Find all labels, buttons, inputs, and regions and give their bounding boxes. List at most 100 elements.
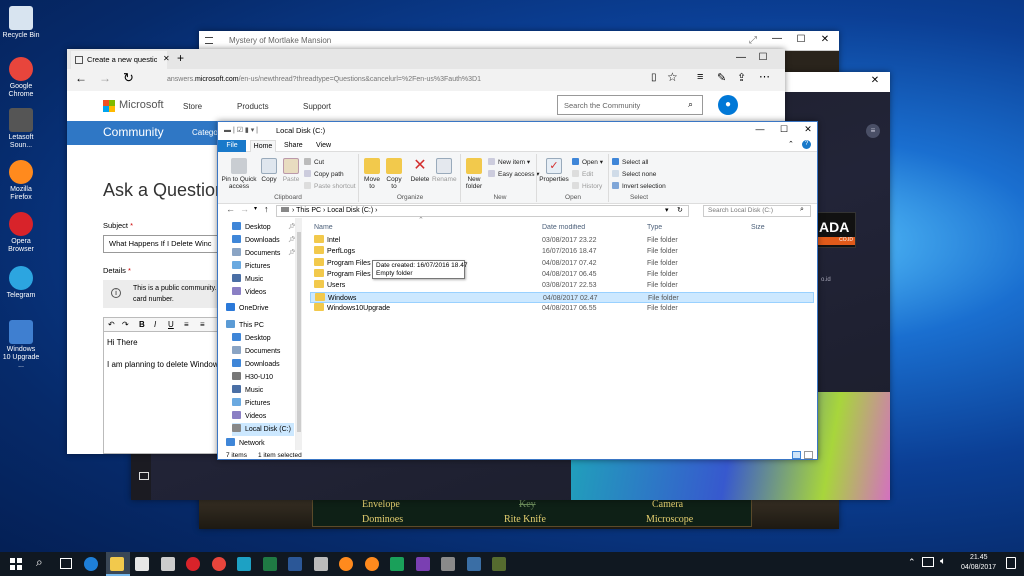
breadcrumb-local-disk[interactable]: Local Disk (C:) — [327, 207, 373, 214]
browser-tab[interactable]: Create a new question o — [71, 51, 167, 69]
window-menu-icon[interactable] — [205, 37, 213, 44]
favorite-star-icon[interactable]: ☆ — [667, 70, 678, 84]
desktop-icon[interactable]: Google Chrome — [2, 57, 40, 99]
easy-access-button[interactable]: Easy access ▾ — [488, 170, 540, 178]
file-row[interactable]: Users 03/08/2017 22.53 File folder — [310, 280, 814, 291]
category-label[interactable]: Catego — [192, 128, 218, 137]
taskbar-chrome-icon[interactable] — [211, 557, 226, 571]
settings-icon[interactable]: ≡ — [866, 124, 880, 138]
taskbar-app-photo-icon[interactable] — [466, 557, 481, 571]
search-icon[interactable]: ⌕ — [800, 206, 804, 214]
copy-to-button[interactable]: Copy to — [384, 158, 404, 190]
taskbar-firefox-2-icon[interactable] — [364, 557, 379, 571]
taskbar-edge-icon[interactable] — [84, 557, 98, 571]
select-none-button[interactable]: Select none — [612, 170, 656, 178]
nav-item[interactable]: Pictures — [232, 260, 270, 273]
nav-item[interactable]: OneDrive — [226, 302, 269, 315]
desktop-icon[interactable]: Mozilla Firefox — [2, 160, 40, 202]
nav-item[interactable]: Downloads 📌︎ — [232, 234, 296, 247]
help-icon[interactable]: ? — [802, 140, 811, 149]
taskbar-file-explorer-icon[interactable] — [109, 557, 124, 571]
nav-item[interactable]: Music — [232, 384, 263, 397]
align-icon[interactable]: ≡ — [184, 318, 189, 331]
open-button[interactable]: Open ▾ — [572, 158, 603, 166]
nav-item[interactable]: Videos — [232, 410, 266, 423]
taskbar-app-dark-icon[interactable] — [492, 557, 506, 571]
inventory-item[interactable]: Camera — [652, 499, 683, 510]
breadcrumb[interactable]: › This PC › Local Disk (C:) › ▾ ↻ — [276, 205, 689, 217]
nav-item[interactable]: Desktop 📌︎ — [232, 221, 296, 234]
explorer-search[interactable]: Search Local Disk (C:) ⌕ — [703, 205, 811, 217]
redo-icon[interactable]: ↷ — [122, 318, 129, 331]
editor-body[interactable]: Hi There I am planning to delete Window — [103, 332, 223, 454]
taskbar-excel-icon[interactable] — [262, 557, 277, 571]
align-center-icon[interactable]: ≡ — [200, 318, 205, 331]
file-row[interactable]: PerfLogs 16/07/2016 18.47 File folder — [310, 246, 814, 257]
recent-locations-icon[interactable]: ▾ — [254, 205, 257, 212]
close-button[interactable]: ✕ — [794, 124, 817, 135]
history-button[interactable]: History — [572, 182, 602, 190]
search-icon[interactable]: ⌕ — [688, 99, 693, 110]
explorer-window[interactable]: ▬ | ☑ ▮ ▾ | Local Disk (C:) — ☐ ✕ File H… — [217, 121, 818, 460]
col-header-type[interactable]: Type — [647, 224, 662, 231]
taskbar-maps-icon[interactable] — [237, 557, 251, 571]
up-icon[interactable]: ↑ — [264, 204, 269, 214]
address-dropdown-icon[interactable]: ▾ — [665, 206, 669, 216]
properties-button[interactable]: ✓ Properties — [538, 158, 570, 183]
file-row[interactable]: Windows10Upgrade 04/08/2017 06.55 File fol… — [310, 302, 814, 314]
forward-icon[interactable]: → — [240, 204, 249, 214]
inventory-item[interactable]: Dominoes — [362, 514, 403, 525]
browser-titlebar[interactable]: Create a new question o ✕ + — ☐ — [67, 49, 785, 69]
forward-icon[interactable]: → — [99, 71, 111, 85]
address-bar[interactable]: answers.microsoft.com/en-us/newthread?th… — [167, 71, 657, 88]
bold-icon[interactable]: B — [139, 318, 145, 331]
nav-item[interactable]: Music — [232, 273, 263, 286]
file-row[interactable]: Windows 04/08/2017 02.47 File folder — [310, 291, 814, 303]
nav-item[interactable]: This PC — [226, 319, 264, 332]
edit-button[interactable]: Edit — [572, 170, 593, 178]
copy-path-button[interactable]: Copy path — [304, 170, 344, 178]
taskbar-firefox-icon[interactable] — [339, 557, 353, 571]
taskbar-word-icon[interactable] — [288, 557, 302, 571]
search-icon[interactable]: ⌕ — [36, 555, 43, 570]
reading-view-icon[interactable]: ▯ — [651, 72, 657, 83]
close-button[interactable]: ✕ — [811, 34, 839, 45]
tab-file[interactable]: File — [218, 140, 246, 152]
notes-icon[interactable]: ✎ — [717, 71, 726, 84]
community-label[interactable]: Community — [103, 125, 164, 139]
tab-share[interactable]: Share — [284, 140, 303, 152]
cut-button[interactable]: Cut — [304, 158, 324, 166]
pin-quick-access-button[interactable]: Pin to Quick access — [220, 158, 258, 190]
rename-button[interactable]: Rename — [432, 158, 457, 183]
community-search[interactable]: Search the Community ⌕ — [557, 95, 703, 115]
desktop-icon[interactable]: Opera Browser — [2, 212, 40, 254]
nav-item[interactable]: Pictures — [232, 397, 270, 410]
inventory-item[interactable]: Envelope — [362, 499, 400, 510]
more-icon[interactable]: ⋯ — [759, 70, 770, 83]
paste-button[interactable]: Paste — [280, 158, 302, 183]
nav-products[interactable]: Products — [237, 102, 269, 111]
refresh-icon[interactable]: ↻ — [123, 70, 134, 86]
task-view-icon[interactable] — [60, 558, 72, 569]
underline-icon[interactable]: U — [168, 318, 174, 331]
start-button[interactable] — [10, 558, 22, 570]
new-tab-button[interactable]: + — [177, 51, 184, 65]
nav-support[interactable]: Support — [303, 102, 331, 111]
nav-item[interactable]: Videos — [232, 286, 266, 299]
select-all-button[interactable]: Select all — [612, 158, 648, 166]
invert-selection-button[interactable]: Invert selection — [612, 182, 666, 190]
hub-icon[interactable]: ≡ — [697, 71, 703, 83]
clock-time[interactable]: 21.45 — [970, 554, 988, 561]
taskbar-opera-icon[interactable] — [186, 557, 200, 571]
volume-icon[interactable]: 🔈︎ — [940, 556, 946, 567]
col-header-size[interactable]: Size — [751, 224, 765, 231]
undo-icon[interactable]: ↶ — [108, 318, 115, 331]
col-header-name[interactable]: Name — [314, 224, 333, 231]
breadcrumb-this-pc[interactable]: This PC — [296, 207, 321, 214]
show-hidden-icons[interactable]: ⌃ — [908, 557, 916, 568]
account-avatar[interactable]: ● — [718, 95, 738, 115]
game-titlebar[interactable]: Mystery of Mortlake Mansion ⤢ — ☐ ✕ — [199, 31, 839, 51]
tab-close-icon[interactable]: ✕ — [163, 54, 170, 63]
details-view-icon[interactable] — [792, 451, 801, 459]
desktop-icon[interactable]: Telegram — [2, 266, 40, 300]
